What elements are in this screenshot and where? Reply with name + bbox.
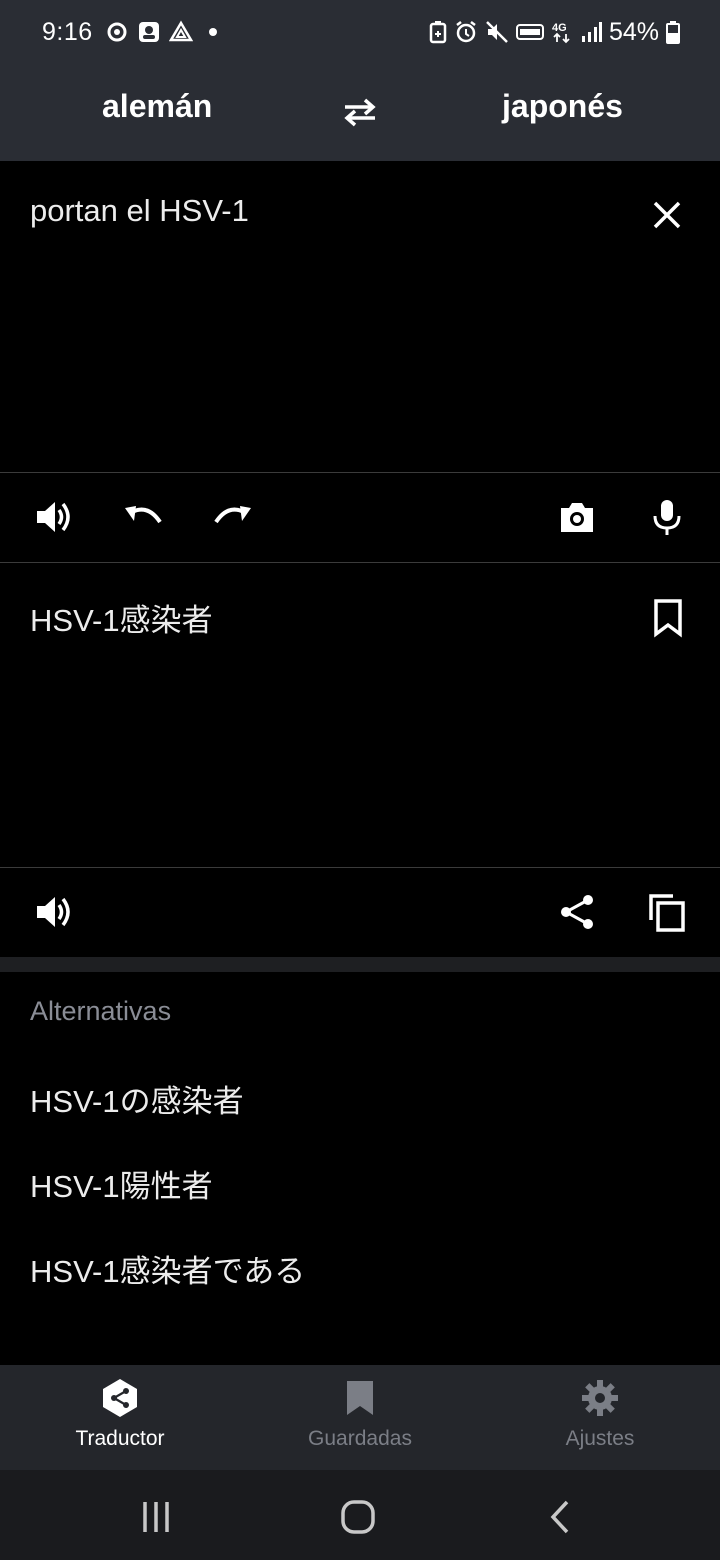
drive-icon — [168, 20, 193, 42]
recent-apps-icon — [143, 1502, 169, 1532]
home-icon — [341, 1500, 375, 1534]
copy-button[interactable] — [646, 891, 688, 933]
microphone-button[interactable] — [646, 496, 688, 538]
network-4g-icon: 4G — [552, 22, 570, 44]
svg-text:4G: 4G — [552, 22, 567, 34]
gear-icon — [579, 1377, 621, 1419]
target-language-button[interactable]: japonés — [502, 88, 623, 125]
redo-button[interactable] — [212, 496, 254, 538]
nav-label: Ajustes — [565, 1427, 635, 1450]
divider — [0, 867, 720, 868]
recent-apps-button[interactable] — [134, 1495, 178, 1539]
back-button[interactable] — [538, 1495, 582, 1539]
swap-arrows-icon — [344, 98, 376, 127]
close-icon — [653, 201, 681, 229]
status-right-icons: 4G 54% — [429, 18, 680, 47]
copy-icon — [649, 894, 685, 932]
bookmark-icon — [339, 1377, 381, 1419]
microphone-icon — [653, 500, 681, 535]
alternative-item[interactable]: HSV-1感染者である — [30, 1246, 305, 1291]
nav-guardadas[interactable]: Guardadas — [240, 1365, 480, 1470]
share-button[interactable] — [556, 891, 598, 933]
mute-icon — [486, 21, 508, 43]
signal-icon — [581, 22, 602, 42]
status-time: 9:16 — [42, 17, 93, 46]
share-icon — [561, 895, 593, 929]
deepl-logo-icon — [99, 1377, 141, 1419]
redo-icon — [214, 506, 251, 524]
alarm-icon — [456, 21, 476, 43]
bookmark-outline-icon — [654, 599, 682, 638]
save-translation-button[interactable] — [648, 598, 688, 638]
speak-source-button[interactable] — [32, 496, 74, 538]
source-language-button[interactable]: alemán — [102, 88, 212, 125]
alternatives-title: Alternativas — [30, 996, 172, 1026]
undo-icon — [125, 506, 162, 524]
sync-icon — [107, 22, 127, 42]
swap-languages-button[interactable] — [340, 92, 380, 132]
speak-translation-button[interactable] — [32, 891, 74, 933]
status-left-icons — [105, 20, 225, 44]
speaker-icon — [37, 502, 70, 532]
nav-label: Guardadas — [308, 1427, 412, 1450]
source-text[interactable]: portan el HSV-1 — [30, 193, 249, 229]
nav-traductor[interactable]: Traductor — [0, 1365, 240, 1470]
back-icon — [550, 1500, 569, 1534]
dot-icon — [208, 28, 217, 36]
volte-icon — [515, 24, 544, 40]
source-text-area[interactable]: portan el HSV-1 — [0, 161, 720, 473]
alternative-item[interactable]: HSV-1陽性者 — [30, 1161, 213, 1206]
home-button[interactable] — [336, 1495, 380, 1539]
battery-percent: 54% — [608, 17, 659, 46]
system-navigation-bar — [0, 1470, 720, 1560]
battery-icon — [666, 21, 680, 44]
language-bar: alemán japonés — [0, 64, 720, 161]
translation-text[interactable]: HSV-1感染者 — [30, 595, 213, 640]
section-separator — [0, 957, 720, 972]
face-icon — [138, 22, 159, 42]
alternative-item[interactable]: HSV-1の感染者 — [30, 1076, 244, 1121]
undo-button[interactable] — [122, 496, 164, 538]
nav-ajustes[interactable]: Ajustes — [480, 1365, 720, 1470]
divider — [0, 472, 720, 473]
bottom-navigation: Traductor Guardadas Ajustes — [0, 1365, 720, 1470]
status-bar: 9:16 4G 54% — [0, 0, 720, 64]
divider — [0, 562, 720, 563]
camera-icon — [561, 503, 593, 532]
nav-label: Traductor — [75, 1427, 165, 1450]
camera-button[interactable] — [556, 496, 598, 538]
clear-text-button[interactable] — [648, 196, 686, 234]
battery-saver-icon — [429, 21, 447, 44]
speaker-icon — [37, 897, 70, 927]
